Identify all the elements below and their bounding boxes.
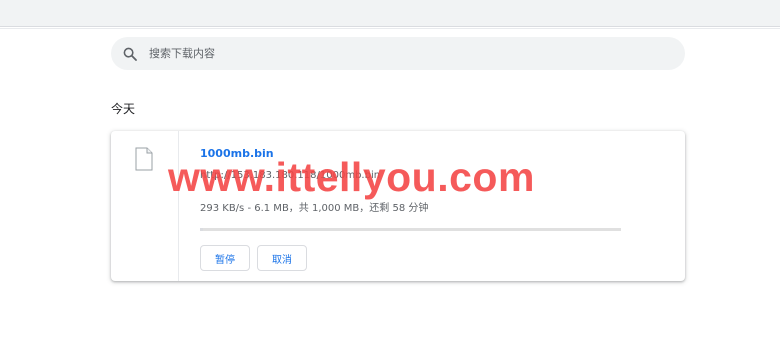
toolbar-divider [0, 28, 780, 29]
search-input[interactable] [149, 43, 649, 64]
date-section-title: 今天 [111, 102, 136, 116]
download-card: 1000mb.bin http://153.183.180.118/1000mb… [111, 131, 685, 281]
search-icon[interactable] [121, 45, 139, 63]
pause-button[interactable]: 暂停 [200, 245, 250, 271]
file-url[interactable]: http://153.183.180.118/1000mb.bin [200, 170, 380, 181]
progress-bar [200, 228, 621, 231]
file-name-link[interactable]: 1000mb.bin [200, 147, 274, 160]
cancel-button[interactable]: 取消 [257, 245, 307, 271]
progress-fill [200, 228, 203, 231]
download-status: 293 KB/s - 6.1 MB，共 1,000 MB，还剩 58 分钟 [200, 203, 429, 214]
card-divider [178, 131, 179, 281]
top-toolbar [0, 0, 780, 27]
file-icon [135, 147, 153, 171]
search-bar[interactable] [111, 37, 685, 70]
